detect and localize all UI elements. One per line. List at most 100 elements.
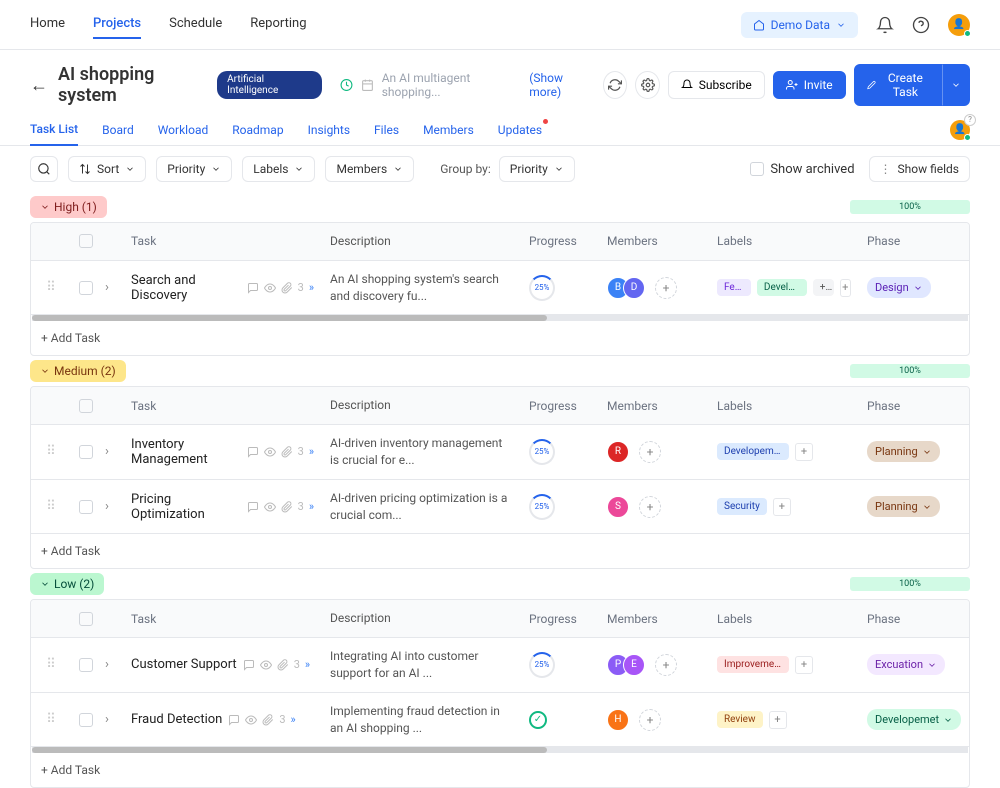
expand-row[interactable]: › [97,638,123,692]
row-checkbox[interactable] [79,500,93,514]
chevron-down-icon [951,80,961,90]
settings-button[interactable] [635,71,659,99]
chat-icon [247,282,259,294]
tab-board[interactable]: Board [102,115,134,145]
drag-handle[interactable]: ⠿ [31,693,71,747]
task-description: An AI shopping system's search and disco… [322,261,521,315]
create-task-button[interactable]: Create Task [854,64,942,106]
member-avatars[interactable]: BD [607,277,639,299]
tab-updates[interactable]: Updates [498,115,542,145]
task-name[interactable]: Inventory Management [131,437,241,467]
project-description: An AI multiagent shopping... [382,71,522,99]
drag-handle[interactable]: ⠿ [31,638,71,692]
calendar-icon [361,78,374,92]
row-checkbox[interactable] [79,658,93,672]
nav-reporting[interactable]: Reporting [250,10,306,39]
group-toggle-high[interactable]: High (1) [30,196,107,218]
labels-filter[interactable]: Labels [242,156,315,182]
nav-home[interactable]: Home [30,10,65,39]
tab-files[interactable]: Files [374,115,399,145]
add-member[interactable]: + [639,709,661,731]
nav-projects[interactable]: Projects [93,10,141,39]
select-all-checkbox[interactable] [79,399,93,413]
expand-row[interactable]: › [97,261,123,315]
task-name[interactable]: Fraud Detection [131,712,222,727]
phase-pill[interactable]: Planning [867,441,940,462]
group-toggle-medium[interactable]: Medium (2) [30,360,126,382]
tab-members[interactable]: Members [423,115,474,145]
member-avatars[interactable]: H [607,709,623,731]
row-checkbox[interactable] [79,445,93,459]
expand-row[interactable]: › [97,425,123,479]
project-tabs: Task List Board Workload Roadmap Insights Fil… [0,114,1000,146]
task-row: ⠿ › Inventory Management 3 » AI-driven i… [31,425,969,480]
chevron-down-icon [836,20,846,30]
expand-row[interactable]: › [97,693,123,747]
home-icon [753,19,765,31]
table-header: Task Description Progress Members Labels… [31,600,969,638]
phase-pill[interactable]: Developemet [867,709,961,730]
project-header: ← AI shopping system Artificial Intellig… [0,50,1000,114]
add-task-button[interactable]: + Add Task [31,753,969,787]
add-label[interactable]: + [840,279,851,297]
tab-insights[interactable]: Insights [308,115,350,145]
add-task-button[interactable]: + Add Task [31,534,969,568]
tab-roadmap[interactable]: Roadmap [232,115,283,145]
drag-handle[interactable]: ⠿ [31,261,71,315]
member-avatars[interactable]: R [607,441,623,463]
search-button[interactable] [30,156,58,182]
attachment-icon [262,714,274,726]
subscribe-button[interactable]: Subscribe [668,71,765,99]
member-avatars[interactable]: S [607,496,623,518]
row-checkbox[interactable] [79,713,93,727]
select-all-checkbox[interactable] [79,234,93,248]
show-more-link[interactable]: (Show more) [529,71,593,99]
member-avatar[interactable]: 👤 ? [950,116,970,144]
nav-schedule[interactable]: Schedule [169,10,222,39]
user-avatar[interactable]: 👤 [948,14,970,36]
chevron-down-icon [393,164,403,174]
group-toggle-low[interactable]: Low (2) [30,573,104,595]
bell-icon[interactable] [876,16,894,34]
progress-ring: 25% [529,275,555,301]
phase-pill[interactable]: Design [867,277,931,298]
create-task-dropdown[interactable] [942,64,970,106]
add-label[interactable]: + [795,656,813,674]
help-icon[interactable] [912,16,930,34]
add-label[interactable]: + [773,498,791,516]
drag-handle[interactable]: ⠿ [31,425,71,479]
phase-pill[interactable]: Excuation [867,654,945,675]
invite-button[interactable]: Invite [773,71,846,99]
add-member[interactable]: + [639,496,661,518]
add-label[interactable]: + [795,443,813,461]
clock-icon [340,78,353,92]
add-label[interactable]: + [769,711,787,729]
show-archived-toggle[interactable]: Show archived [750,162,854,177]
add-member[interactable]: + [655,654,677,676]
tab-workload[interactable]: Workload [158,115,209,145]
drag-handle[interactable]: ⠿ [31,480,71,534]
members-filter[interactable]: Members [325,156,414,182]
task-row: ⠿ › Customer Support 3 » Integrating AI … [31,638,969,693]
priority-filter[interactable]: Priority [156,156,232,182]
task-name[interactable]: Customer Support [131,657,237,672]
task-name[interactable]: Search and Discovery [131,273,241,303]
groupby-select[interactable]: Priority [499,156,575,182]
task-name[interactable]: Pricing Optimization [131,492,241,522]
show-fields-button[interactable]: ⋮Show fields [869,156,970,182]
add-member[interactable]: + [655,277,677,299]
select-all-checkbox[interactable] [79,612,93,626]
expand-row[interactable]: › [97,480,123,534]
refresh-button[interactable] [603,71,627,99]
add-member[interactable]: + [639,441,661,463]
member-avatars[interactable]: PE [607,654,639,676]
chat-icon [228,714,240,726]
back-button[interactable]: ← [30,75,48,96]
demo-data-button[interactable]: Demo Data [741,12,858,38]
phase-pill[interactable]: Planning [867,496,940,517]
tab-task-list[interactable]: Task List [30,114,78,146]
add-task-button[interactable]: + Add Task [31,321,969,355]
row-checkbox[interactable] [79,281,93,295]
sort-button[interactable]: Sort [68,156,146,182]
pencil-icon [867,79,876,91]
